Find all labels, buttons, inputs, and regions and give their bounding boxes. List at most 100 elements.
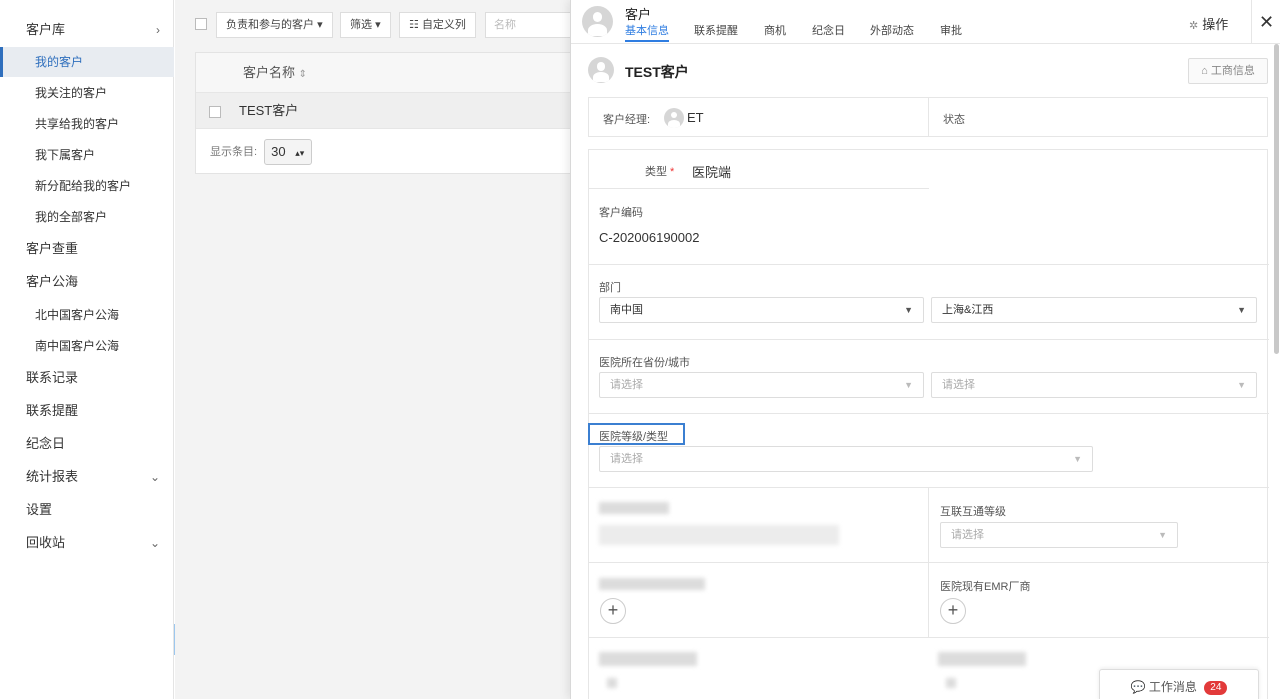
sidebar-item-south-pool[interactable]: 南中国客户公海 xyxy=(0,331,174,361)
sidebar-item-shared-customers[interactable]: 共享给我的客户 xyxy=(0,109,174,139)
business-info-button[interactable]: ⌂ 工商信息 xyxy=(1188,58,1268,84)
sidebar-item-subordinate-customers[interactable]: 我下属客户 xyxy=(0,140,174,170)
sidebar-item-label: 客户查重 xyxy=(26,241,79,256)
bank-icon: ⌂ xyxy=(1201,65,1208,77)
province-label: 医院所在省份/城市 xyxy=(599,357,691,369)
tab-label: 商机 xyxy=(764,25,786,37)
filter-button[interactable]: 筛选 ▾ xyxy=(340,12,391,38)
sidebar: 客户库 › 我的客户 我关注的客户 共享给我的客户 我下属客户 新分配给我的客户 … xyxy=(0,0,174,699)
sidebar-item-north-pool[interactable]: 北中国客户公海 xyxy=(0,300,174,330)
tab-opportunities[interactable]: 商机 xyxy=(764,22,786,42)
sidebar-item-label: 纪念日 xyxy=(26,436,66,451)
tab-anniversaries[interactable]: 纪念日 xyxy=(812,22,845,42)
sidebar-item-contact-records[interactable]: 联系记录 xyxy=(0,363,174,393)
department-label: 部门 xyxy=(599,282,621,294)
divider xyxy=(589,339,1269,340)
status-label: 状态 xyxy=(943,114,965,126)
customer-title: TEST客户 xyxy=(625,64,689,80)
select-all-checkbox[interactable] xyxy=(195,18,207,30)
sidebar-item-label: 新分配给我的客户 xyxy=(35,179,132,193)
chat-icon: 💬 xyxy=(1130,680,1146,694)
customer-detail-panel: 客户 基本信息 联系提醒 商机 纪念日 外部动态 审批 ✲ 操作 ✕ TEST客户… xyxy=(570,0,1280,699)
sidebar-item-label: 客户公海 xyxy=(26,274,79,289)
tab-contact-reminders[interactable]: 联系提醒 xyxy=(694,22,738,42)
emr-vendor-label: 医院现有EMR厂商 xyxy=(940,581,1031,593)
page-size-value: 30 xyxy=(271,144,286,159)
customer-list-area: 负责和参与的客户 ▾ 筛选 ▾ ☷ 自定义列 名称 客户名称 ⇕ TEST客户 … xyxy=(175,0,575,699)
divider xyxy=(928,98,929,136)
focus-highlight xyxy=(588,423,685,445)
panel-header: 客户 基本信息 联系提醒 商机 纪念日 外部动态 审批 ✲ 操作 ✕ xyxy=(571,0,1280,44)
tab-approval[interactable]: 审批 xyxy=(940,22,962,42)
code-value: C-202006190002 xyxy=(599,230,700,245)
sidebar-item-customer-library[interactable]: 客户库 › xyxy=(0,15,174,45)
department-select-1[interactable]: 南中国 ▼ xyxy=(599,297,924,323)
tab-basic-info[interactable]: 基本信息 xyxy=(625,22,669,42)
sidebar-item-label: 我关注的客户 xyxy=(35,86,108,100)
caret-down-icon: ▼ xyxy=(1073,454,1082,464)
caret-down-icon: ▼ xyxy=(1158,530,1167,540)
custom-columns-button[interactable]: ☷ 自定义列 xyxy=(399,12,476,38)
sidebar-item-my-customers[interactable]: 我的客户 xyxy=(0,47,174,77)
sidebar-item-label: 南中国客户公海 xyxy=(35,339,120,353)
close-button[interactable]: ✕ xyxy=(1251,0,1280,44)
redacted-label xyxy=(599,652,697,666)
sidebar-item-settings[interactable]: 设置 xyxy=(0,495,174,525)
sidebar-item-label: 我下属客户 xyxy=(35,148,96,162)
type-label-text: 类型 xyxy=(645,166,667,178)
page-size-select[interactable]: 30 ▴▾ xyxy=(264,139,313,165)
updown-icon: ▴▾ xyxy=(295,148,305,158)
owner-filter-label: 负责和参与的客户 xyxy=(226,19,314,31)
tab-label: 纪念日 xyxy=(812,25,845,37)
caret-down-icon: ▼ xyxy=(904,305,913,315)
sidebar-item-contact-reminders[interactable]: 联系提醒 xyxy=(0,396,174,426)
sidebar-item-reports[interactable]: 统计报表 ⌄ xyxy=(0,462,174,492)
customer-name-cell: TEST客户 xyxy=(239,103,299,118)
row-checkbox[interactable] xyxy=(209,106,221,118)
chevron-down-icon: ⌄ xyxy=(149,536,160,550)
caret-down-icon: ▼ xyxy=(1237,380,1246,390)
actions-button[interactable]: ✲ 操作 xyxy=(1189,14,1228,33)
sidebar-item-newly-assigned[interactable]: 新分配给我的客户 xyxy=(0,171,174,201)
department-value-1: 南中国 xyxy=(610,304,643,316)
work-messages-button[interactable]: 💬 工作消息 24 xyxy=(1099,669,1259,699)
divider xyxy=(589,264,1269,265)
sidebar-item-label: 设置 xyxy=(26,502,53,517)
tab-external-activity[interactable]: 外部动态 xyxy=(870,22,914,42)
divider xyxy=(589,562,1269,563)
interop-level-select[interactable]: 请选择 ▼ xyxy=(940,522,1178,548)
city-select[interactable]: 请选择 ▼ xyxy=(931,372,1257,398)
panel-title: 客户 xyxy=(625,7,652,22)
sidebar-item-anniversaries[interactable]: 纪念日 xyxy=(0,429,174,459)
type-label: 类型 * xyxy=(645,163,674,179)
customer-table: 客户名称 ⇕ TEST客户 显示条目: 30 ▴▾ xyxy=(195,52,575,174)
search-input[interactable]: 名称 xyxy=(485,12,575,38)
redacted-label xyxy=(938,652,1026,666)
sidebar-item-label: 北中国客户公海 xyxy=(35,308,120,322)
close-icon: ✕ xyxy=(1258,12,1275,32)
divider xyxy=(589,487,1269,488)
sidebar-item-recycle-bin[interactable]: 回收站 ⌄ xyxy=(0,528,174,558)
sidebar-item-all-my-customers[interactable]: 我的全部客户 xyxy=(0,202,174,232)
list-icon: ☷ xyxy=(409,19,419,31)
add-button[interactable]: + xyxy=(600,598,626,624)
sidebar-item-public-pool[interactable]: 客户公海 xyxy=(0,267,174,297)
customer-form: 类型 * 医院端 客户编码 C-202006190002 部门 南中国 ▼ 上海&江… xyxy=(588,149,1269,699)
sidebar-item-duplicate-check[interactable]: 客户查重 xyxy=(0,234,174,264)
department-select-2[interactable]: 上海&江西 ▼ xyxy=(931,297,1257,323)
table-header-name[interactable]: 客户名称 ⇕ xyxy=(196,53,574,93)
page-size-label: 显示条目: xyxy=(210,146,258,158)
sidebar-item-followed-customers[interactable]: 我关注的客户 xyxy=(0,78,174,108)
sidebar-item-label: 客户库 xyxy=(26,22,66,37)
hospital-grade-select[interactable]: 请选择 ▼ xyxy=(599,446,1093,472)
owner-filter-dropdown[interactable]: 负责和参与的客户 ▾ xyxy=(216,12,333,38)
table-row[interactable]: TEST客户 xyxy=(196,93,574,129)
tab-label: 基本信息 xyxy=(625,25,669,37)
caret-down-icon: ▼ xyxy=(1237,305,1246,315)
province-select[interactable]: 请选择 ▼ xyxy=(599,372,924,398)
divider xyxy=(589,413,1269,414)
panel-scrollbar[interactable] xyxy=(1274,44,1279,354)
work-messages-label: 工作消息 xyxy=(1148,680,1197,694)
add-emr-vendor-button[interactable]: + xyxy=(940,598,966,624)
manager-label: 客户经理: xyxy=(603,114,651,126)
